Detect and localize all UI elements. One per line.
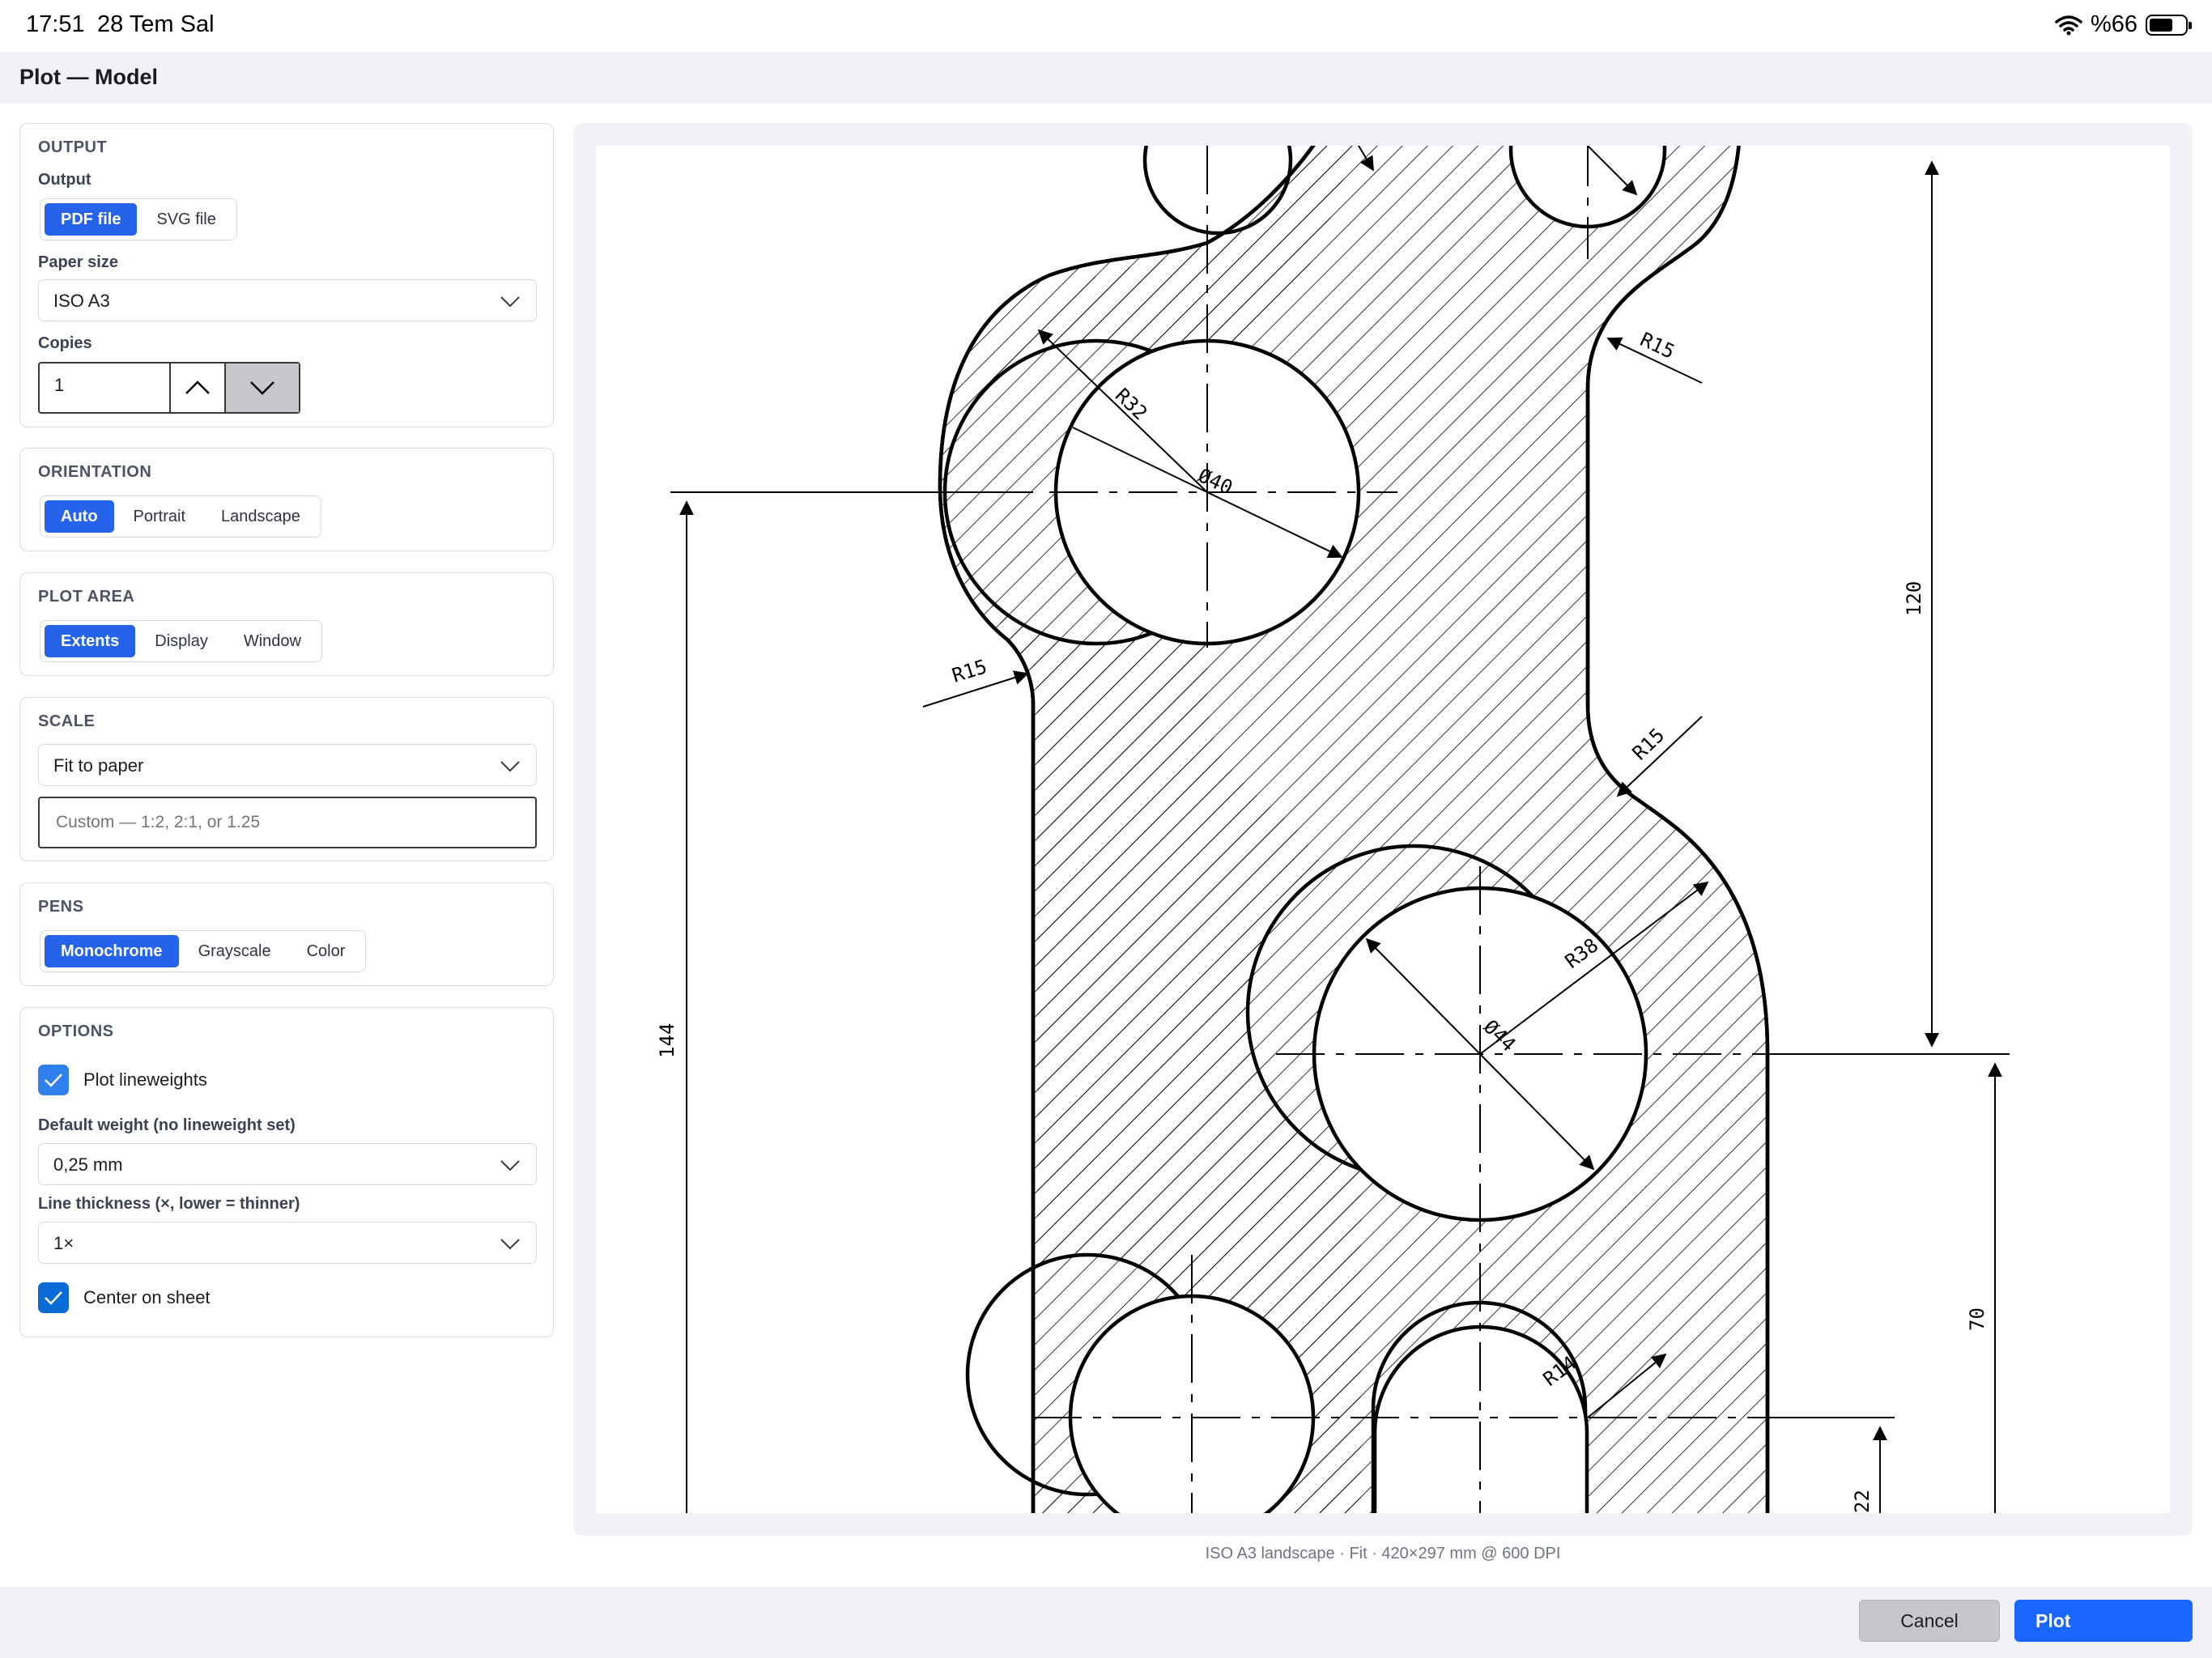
output-panel: OUTPUT Output PDF file SVG file Paper si… — [19, 123, 554, 427]
line-thickness-value: 1× — [53, 1233, 74, 1253]
checkmark-icon — [45, 1291, 62, 1305]
pdf-file-option[interactable]: PDF file — [45, 203, 138, 236]
paper-size-label: Paper size — [38, 253, 118, 271]
scale-panel: SCALE Fit to paper — [19, 697, 554, 861]
preview-sheet: R32 Ø40 R15 R15 R15 R38 Ø44 R14 144 120 … — [596, 146, 2170, 1513]
plot-preview: R32 Ø40 R15 R15 R15 R38 Ø44 R14 144 120 … — [573, 123, 2193, 1536]
status-indicators: %66 — [2055, 11, 2192, 38]
paper-size-value: ISO A3 — [53, 291, 110, 311]
output-label: Output — [38, 171, 91, 189]
decrement-button[interactable] — [226, 363, 299, 412]
status-bar: 17:51 28 Tem Sal %66 — [0, 0, 2212, 52]
chevron-up-icon — [185, 380, 210, 394]
orientation-landscape[interactable]: Landscape — [205, 500, 317, 533]
default-weight-select[interactable]: 0,25 mm — [38, 1143, 537, 1185]
cad-drawing: R32 Ø40 R15 R15 R15 R38 Ø44 R14 144 120 … — [656, 146, 2010, 1513]
action-bar: Cancel Plot — [0, 1587, 2212, 1658]
dim-70: 70 — [1966, 1307, 1989, 1331]
pens-panel: PENS Monochrome Grayscale Color — [19, 882, 554, 986]
chevron-down-icon — [500, 761, 520, 772]
output-section-title: OUTPUT — [38, 138, 108, 156]
plot-area-segmented: Extents Display Window — [40, 620, 322, 662]
dim-120: 120 — [1903, 581, 1925, 616]
pens-section-title: PENS — [38, 898, 84, 916]
output-format-segmented: PDF file SVG file — [40, 198, 237, 240]
pens-monochrome[interactable]: Monochrome — [45, 935, 179, 967]
increment-button[interactable] — [171, 363, 226, 412]
pens-segmented: Monochrome Grayscale Color — [40, 930, 367, 972]
dim-22: 22 — [1851, 1490, 1874, 1513]
paper-size-select[interactable]: ISO A3 — [38, 279, 537, 321]
chevron-down-icon — [250, 381, 274, 395]
chevron-down-icon — [500, 296, 520, 308]
plot-button[interactable]: Plot — [2014, 1600, 2193, 1642]
pens-color[interactable]: Color — [291, 935, 362, 967]
copies-label: Copies — [38, 334, 92, 352]
scale-value: Fit to paper — [53, 755, 144, 776]
line-thickness-select[interactable]: 1× — [38, 1222, 537, 1264]
status-time: 17:51 — [26, 11, 85, 37]
default-weight-value: 0,25 mm — [53, 1154, 123, 1175]
copies-stepper: 1 — [38, 362, 300, 414]
pens-grayscale[interactable]: Grayscale — [182, 935, 287, 967]
scale-select[interactable]: Fit to paper — [38, 744, 537, 786]
orientation-auto[interactable]: Auto — [45, 500, 114, 533]
chevron-down-icon — [500, 1160, 520, 1171]
plot-area-section-title: PLOT AREA — [38, 588, 135, 606]
checkmark-icon — [45, 1073, 62, 1087]
plot-area-window[interactable]: Window — [228, 625, 317, 657]
options-panel: OPTIONS Plot lineweights Default weight … — [19, 1007, 554, 1337]
battery-icon — [2146, 14, 2192, 36]
plot-lineweights-row[interactable]: Plot lineweights — [38, 1065, 207, 1095]
battery-percent: %66 — [2090, 11, 2138, 37]
orientation-panel: ORIENTATION Auto Portrait Landscape — [19, 448, 554, 551]
line-thickness-label: Line thickness (×, lower = thinner) — [38, 1195, 300, 1213]
dialog-title: Plot — Model — [19, 65, 158, 89]
orientation-segmented: Auto Portrait Landscape — [40, 495, 321, 538]
center-on-sheet-row[interactable]: Center on sheet — [38, 1282, 211, 1313]
orientation-section-title: ORIENTATION — [38, 463, 152, 481]
title-bar: Plot — Model — [0, 52, 2212, 104]
plot-lineweights-checkbox[interactable] — [38, 1065, 69, 1095]
plot-area-panel: PLOT AREA Extents Display Window — [19, 572, 554, 676]
copies-field[interactable]: 1 — [40, 363, 171, 412]
cancel-button[interactable]: Cancel — [1859, 1600, 2000, 1642]
plot-lineweights-label: Plot lineweights — [83, 1069, 207, 1090]
preview-caption: ISO A3 landscape · Fit · 420×297 mm @ 60… — [1205, 1545, 1561, 1562]
svg-file-option[interactable]: SVG file — [140, 203, 232, 236]
dim-r15-left: R15 — [950, 655, 990, 687]
plot-area-display[interactable]: Display — [138, 625, 224, 657]
status-date: 28 Tem Sal — [97, 11, 215, 37]
options-section-title: OPTIONS — [38, 1022, 114, 1040]
center-on-sheet-label: Center on sheet — [83, 1287, 211, 1307]
scale-section-title: SCALE — [38, 712, 96, 730]
center-on-sheet-checkbox[interactable] — [38, 1282, 69, 1313]
default-weight-label: Default weight (no lineweight set) — [38, 1116, 296, 1134]
wifi-icon — [2055, 15, 2082, 35]
custom-scale-input[interactable] — [38, 797, 537, 848]
chevron-down-icon — [500, 1239, 520, 1250]
orientation-portrait[interactable]: Portrait — [117, 500, 202, 533]
dim-144: 144 — [656, 1023, 678, 1058]
plot-area-extents[interactable]: Extents — [45, 625, 136, 657]
